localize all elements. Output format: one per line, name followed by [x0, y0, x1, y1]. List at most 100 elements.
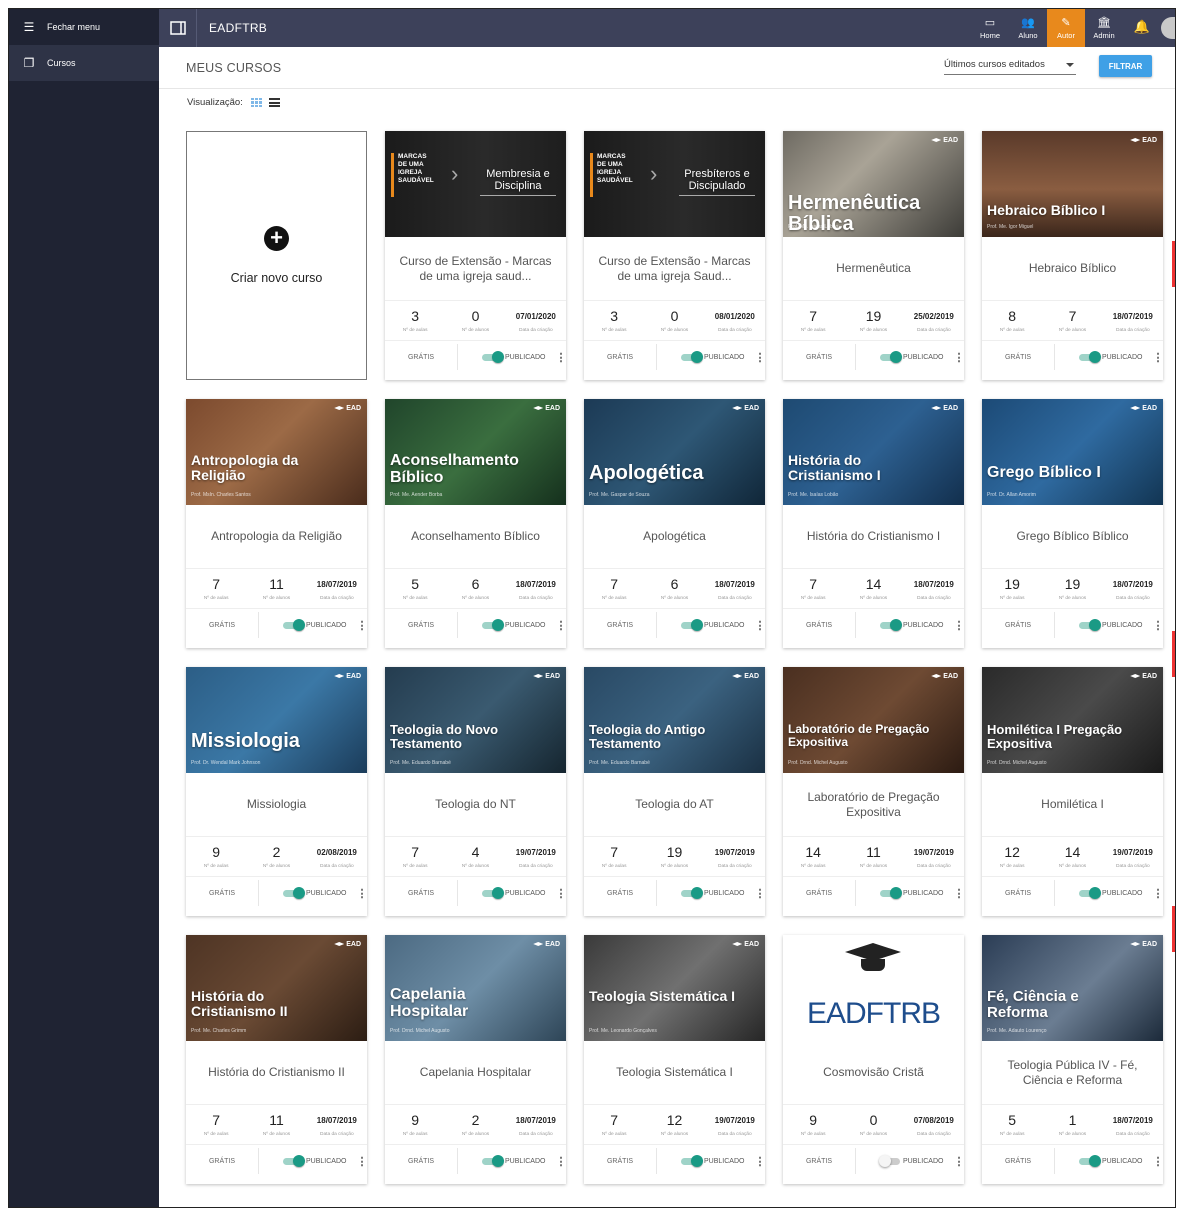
list-view-icon[interactable]	[268, 98, 280, 107]
course-thumbnail[interactable]: EAD Antropologia da Religião Prof. MsIn. C…	[186, 399, 367, 505]
course-card[interactable]: EADFTRB Cosmovisão Cristã 9 Nº de aulas 0 Nº …	[783, 935, 964, 1184]
more-vert-icon[interactable]: ⋮	[555, 351, 566, 364]
more-vert-icon[interactable]: ⋮	[356, 1155, 367, 1168]
course-title[interactable]: Cosmovisão Cristã	[783, 1041, 964, 1105]
notifications-button[interactable]: 🔔	[1123, 9, 1161, 47]
nav-aluno[interactable]: 👥 Aluno	[1009, 9, 1047, 47]
course-card[interactable]: EAD Apologética Prof. Me. Gaspar de Souza A…	[584, 399, 765, 648]
course-thumbnail[interactable]: EAD Teologia Sistemática I Prof. Me. Leona…	[584, 935, 765, 1041]
sort-select[interactable]: Últimos cursos editados	[944, 57, 1076, 75]
publish-toggle[interactable]	[681, 887, 703, 899]
course-thumbnail[interactable]: MARCAS DE UMA IGREJA SAUDÁVEL › Membresia e D…	[385, 131, 566, 237]
course-thumbnail[interactable]: EAD Capelania Hospitalar Prof. Drnd. Miche…	[385, 935, 566, 1041]
more-vert-icon[interactable]: ⋮	[555, 887, 566, 900]
nav-admin[interactable]: 🏛 Admin	[1085, 9, 1123, 47]
publish-toggle[interactable]	[482, 619, 504, 631]
more-vert-icon[interactable]: ⋮	[555, 1155, 566, 1168]
more-vert-icon[interactable]: ⋮	[953, 351, 964, 364]
nav-autor[interactable]: ✎ Autor	[1047, 9, 1085, 47]
course-title[interactable]: Capelania Hospitalar	[385, 1041, 566, 1105]
publish-toggle[interactable]	[880, 619, 902, 631]
course-title[interactable]: Teologia Pública IV - Fé, Ciência e Refo…	[982, 1041, 1163, 1105]
publish-toggle[interactable]	[681, 1155, 703, 1167]
course-title[interactable]: Laboratório de Pregação Expositiva	[783, 773, 964, 837]
more-vert-icon[interactable]: ⋮	[754, 1155, 765, 1168]
course-title[interactable]: Teologia do NT	[385, 773, 566, 837]
course-title[interactable]: Antropologia da Religião	[186, 505, 367, 569]
course-card[interactable]: EAD Teologia do Novo Testamento Prof. Me. …	[385, 667, 566, 916]
sidebar-item-cursos[interactable]: ❐ Cursos	[9, 45, 159, 81]
publish-toggle[interactable]	[1079, 887, 1101, 899]
more-vert-icon[interactable]: ⋮	[356, 619, 367, 632]
new-course-card[interactable]: + Criar novo curso	[186, 131, 367, 380]
course-thumbnail[interactable]: EAD Homilética I Pregação Expositiva Prof.…	[982, 667, 1163, 773]
publish-toggle[interactable]	[283, 1155, 305, 1167]
toggle-sidebar-button[interactable]	[159, 9, 197, 47]
course-thumbnail[interactable]: EAD História do Cristianismo I Prof. Me. I…	[783, 399, 964, 505]
course-card[interactable]: EAD Hermenêutica Bíblica Prof. Me. Isaías …	[783, 131, 964, 380]
publish-toggle[interactable]	[1079, 1155, 1101, 1167]
course-thumbnail[interactable]: EAD História do Cristianismo II Prof. Me. …	[186, 935, 367, 1041]
course-thumbnail[interactable]: EAD Aconselhamento Bíblico Prof. Me. Aende…	[385, 399, 566, 505]
more-vert-icon[interactable]: ⋮	[555, 619, 566, 632]
course-card[interactable]: EAD História do Cristianismo I Prof. Me. I…	[783, 399, 964, 648]
course-thumbnail[interactable]: EAD Laboratório de Pregação Expositiva Pro…	[783, 667, 964, 773]
course-title[interactable]: Teologia Sistemática I	[584, 1041, 765, 1105]
course-title[interactable]: História do Cristianismo I	[783, 505, 964, 569]
publish-toggle[interactable]	[482, 887, 504, 899]
more-vert-icon[interactable]: ⋮	[1152, 619, 1163, 632]
more-vert-icon[interactable]: ⋮	[953, 887, 964, 900]
publish-toggle[interactable]	[681, 351, 703, 363]
publish-toggle[interactable]	[1079, 351, 1101, 363]
more-vert-icon[interactable]: ⋮	[754, 887, 765, 900]
course-title[interactable]: Apologética	[584, 505, 765, 569]
more-vert-icon[interactable]: ⋮	[356, 887, 367, 900]
course-thumbnail[interactable]: EAD Grego Bíblico I Prof. Dr. Allan Amorim	[982, 399, 1163, 505]
more-vert-icon[interactable]: ⋮	[1152, 887, 1163, 900]
course-card[interactable]: MARCAS DE UMA IGREJA SAUDÁVEL › Presbíteros e…	[584, 131, 765, 380]
course-thumbnail[interactable]: EAD Teologia do Antigo Testamento Prof. Me…	[584, 667, 765, 773]
course-card[interactable]: EAD Grego Bíblico I Prof. Dr. Allan Amorim…	[982, 399, 1163, 648]
grid-view-icon[interactable]	[250, 98, 262, 107]
more-vert-icon[interactable]: ⋮	[1152, 351, 1163, 364]
course-thumbnail[interactable]: EADFTRB	[783, 935, 964, 1041]
more-vert-icon[interactable]: ⋮	[754, 351, 765, 364]
course-thumbnail[interactable]: EAD Hermenêutica Bíblica Prof. Me. Isaías …	[783, 131, 964, 237]
course-title[interactable]: História do Cristianismo II	[186, 1041, 367, 1105]
course-card[interactable]: EAD Aconselhamento Bíblico Prof. Me. Aende…	[385, 399, 566, 648]
filter-button[interactable]: FILTRAR	[1099, 55, 1152, 77]
publish-toggle[interactable]	[681, 619, 703, 631]
course-card[interactable]: EAD Laboratório de Pregação Expositiva Pro…	[783, 667, 964, 916]
course-title[interactable]: Curso de Extensão - Marcas de uma igreja…	[584, 237, 765, 301]
publish-toggle[interactable]	[880, 351, 902, 363]
publish-toggle[interactable]	[283, 619, 305, 631]
course-card[interactable]: EAD Teologia Sistemática I Prof. Me. Leona…	[584, 935, 765, 1184]
more-vert-icon[interactable]: ⋮	[953, 1155, 964, 1168]
course-card[interactable]: MARCAS DE UMA IGREJA SAUDÁVEL › Membresia e D…	[385, 131, 566, 380]
course-card[interactable]: EAD Fé, Ciência e Reforma Prof. Me. Adauto…	[982, 935, 1163, 1184]
course-title[interactable]: Curso de Extensão - Marcas de uma igreja…	[385, 237, 566, 301]
course-title[interactable]: Aconselhamento Bíblico	[385, 505, 566, 569]
course-card[interactable]: EAD Missiologia Prof. Dr. Wendal Mark John…	[186, 667, 367, 916]
publish-toggle[interactable]	[283, 887, 305, 899]
course-thumbnail[interactable]: EAD Fé, Ciência e Reforma Prof. Me. Adauto…	[982, 935, 1163, 1041]
course-card[interactable]: EAD Hebraico Bíblico I Prof. Me. Igor Migu…	[982, 131, 1163, 380]
avatar[interactable]	[1161, 9, 1175, 47]
more-vert-icon[interactable]: ⋮	[754, 619, 765, 632]
nav-home[interactable]: ▭ Home	[971, 9, 1009, 47]
course-title[interactable]: Grego Bíblico Bíblico	[982, 505, 1163, 569]
close-menu-button[interactable]: ☰ Fechar menu	[9, 9, 159, 45]
course-thumbnail[interactable]: MARCAS DE UMA IGREJA SAUDÁVEL › Presbíteros e…	[584, 131, 765, 237]
course-thumbnail[interactable]: EAD Missiologia Prof. Dr. Wendal Mark John…	[186, 667, 367, 773]
course-card[interactable]: EAD Antropologia da Religião Prof. MsIn. C…	[186, 399, 367, 648]
course-thumbnail[interactable]: EAD Teologia do Novo Testamento Prof. Me. …	[385, 667, 566, 773]
publish-toggle[interactable]	[1079, 619, 1101, 631]
course-card[interactable]: EAD História do Cristianismo II Prof. Me. …	[186, 935, 367, 1184]
course-card[interactable]: EAD Teologia do Antigo Testamento Prof. Me…	[584, 667, 765, 916]
course-title[interactable]: Hermenêutica	[783, 237, 964, 301]
course-title[interactable]: Teologia do AT	[584, 773, 765, 837]
course-title[interactable]: Homilética I	[982, 773, 1163, 837]
publish-toggle[interactable]	[879, 1155, 902, 1167]
course-card[interactable]: EAD Capelania Hospitalar Prof. Drnd. Miche…	[385, 935, 566, 1184]
course-title[interactable]: Hebraico Bíblico	[982, 237, 1163, 301]
